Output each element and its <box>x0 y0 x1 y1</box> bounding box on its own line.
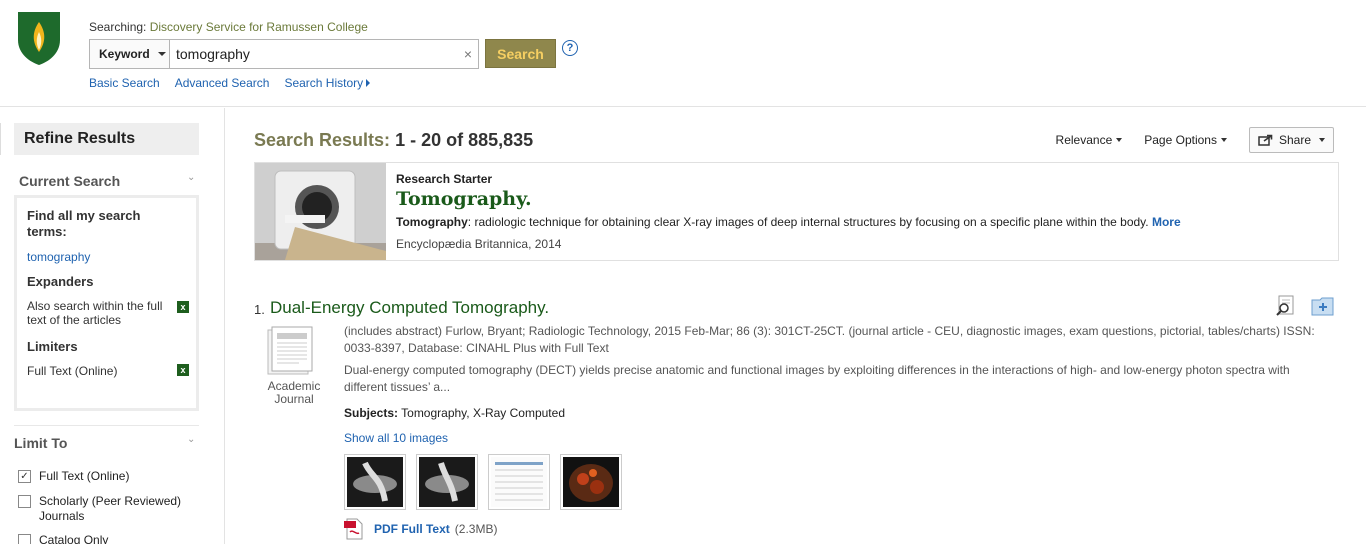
image-thumbnail[interactable] <box>344 454 406 510</box>
remove-limiter-icon[interactable]: x <box>177 364 189 376</box>
result-abstract: Dual-energy computed tomography (DECT) y… <box>344 363 1290 394</box>
ramussen-logo[interactable] <box>16 10 62 66</box>
sort-dropdown[interactable]: Relevance <box>1056 133 1123 147</box>
image-thumbnail[interactable] <box>416 454 478 510</box>
search-links: Basic Search Advanced Search Search Hist… <box>89 76 371 90</box>
pdf-full-text-link[interactable]: PDF Full Text <box>374 522 450 536</box>
pdf-size: (2.3MB) <box>454 522 498 536</box>
image-thumbnails <box>344 454 622 510</box>
preview-magnifier-icon[interactable] <box>1275 295 1297 317</box>
field-select-dropdown[interactable]: Keyword <box>89 39 169 69</box>
research-starter-label: Research Starter <box>396 172 493 186</box>
limiter-item: Full Text (Online) <box>27 364 118 378</box>
source-link[interactable]: Discovery Service for Ramussen College <box>150 20 368 34</box>
share-button[interactable]: Share <box>1248 127 1334 153</box>
search-history-link[interactable]: Search History <box>284 76 363 90</box>
caret-down-icon <box>1116 138 1123 142</box>
divider <box>14 425 199 426</box>
result-number: 1. <box>254 302 265 317</box>
limit-option[interactable]: Scholarly (Peer Reviewed) Journals <box>18 494 198 524</box>
more-link[interactable]: More <box>1152 215 1181 229</box>
header: Searching: Discovery Service for Ramusse… <box>0 0 1366 107</box>
research-starter-citation: Encyclopædia Britannica, 2014 <box>396 237 562 251</box>
refine-results-heading: Refine Results <box>14 123 199 155</box>
research-starter-title[interactable]: Tomography. <box>396 188 532 210</box>
clear-icon[interactable]: × <box>464 46 472 62</box>
expanders-heading: Expanders <box>27 274 94 289</box>
subject-link[interactable]: Tomography, X-Ray Computed <box>401 406 565 420</box>
ct-scanner-image[interactable] <box>255 163 386 260</box>
limit-option[interactable]: ✓ Full Text (Online) <box>18 469 129 484</box>
search-term-link[interactable]: tomography <box>27 250 90 264</box>
pdf-icon[interactable] <box>344 518 364 540</box>
checkbox-checked[interactable]: ✓ <box>18 470 31 483</box>
page-options-dropdown[interactable]: Page Options <box>1144 133 1227 147</box>
remove-expander-icon[interactable]: x <box>177 301 189 313</box>
search-row: Keyword tomography × Search <box>89 39 556 69</box>
caret-down-icon <box>1220 138 1227 142</box>
image-thumbnail[interactable] <box>560 454 622 510</box>
result-tools <box>1275 295 1335 317</box>
results-main: Search Results: 1 - 20 of 885,835 Releva… <box>226 108 1366 544</box>
current-search-heading[interactable]: Current Search <box>19 173 120 189</box>
chevron-down-icon[interactable]: ⌄ <box>187 434 195 445</box>
research-starter: Research Starter Tomography. Tomography:… <box>254 162 1339 261</box>
results-toolbar: Relevance Page Options Share <box>1056 127 1334 153</box>
results-heading: Search Results: 1 - 20 of 885,835 <box>254 130 534 150</box>
pdf-full-text-row: PDF Full Text (2.3MB) <box>344 518 497 540</box>
limiters-heading: Limiters <box>27 339 78 354</box>
result-title-link[interactable]: Dual-Energy Computed Tomography. <box>270 298 549 318</box>
show-all-images-link[interactable]: Show all 10 images <box>344 431 448 445</box>
basic-search-link[interactable]: Basic Search <box>89 76 160 90</box>
searching-label: Searching: Discovery Service for Ramusse… <box>89 20 368 34</box>
sidebar: Refine Results Current Search ⌄ Find all… <box>0 108 225 544</box>
caret-down-icon <box>1319 138 1325 142</box>
triangle-right-icon <box>366 79 371 87</box>
checkbox[interactable] <box>18 495 31 508</box>
expander-item: Also search within the full text of the … <box>27 299 163 327</box>
add-to-folder-icon[interactable] <box>1311 295 1335 317</box>
result-metadata: (includes abstract) Furlow, Bryant; Radi… <box>344 324 1315 355</box>
research-starter-description: Tomography: radiologic technique for obt… <box>396 215 1181 229</box>
caret-down-icon <box>157 52 166 56</box>
checkbox[interactable] <box>18 534 31 544</box>
result-subjects: Subjects: Tomography, X-Ray Computed <box>344 406 565 420</box>
find-all-heading: Find all my search terms: <box>27 208 141 239</box>
limit-option[interactable]: Catalog Only <box>18 533 108 544</box>
chevron-down-icon[interactable]: ⌄ <box>187 172 195 183</box>
current-search-box: Find all my search terms: tomography Exp… <box>14 195 199 411</box>
search-input[interactable]: tomography × <box>169 39 479 69</box>
help-icon[interactable]: ? <box>562 40 578 56</box>
limit-to-heading[interactable]: Limit To <box>14 435 67 451</box>
refine-edge <box>0 123 4 155</box>
publication-type: Academic Journal <box>267 379 321 406</box>
academic-journal-icon <box>267 326 313 375</box>
advanced-search-link[interactable]: Advanced Search <box>175 76 270 90</box>
search-button[interactable]: Search <box>485 39 556 68</box>
image-thumbnail[interactable] <box>488 454 550 510</box>
share-icon <box>1258 134 1273 146</box>
